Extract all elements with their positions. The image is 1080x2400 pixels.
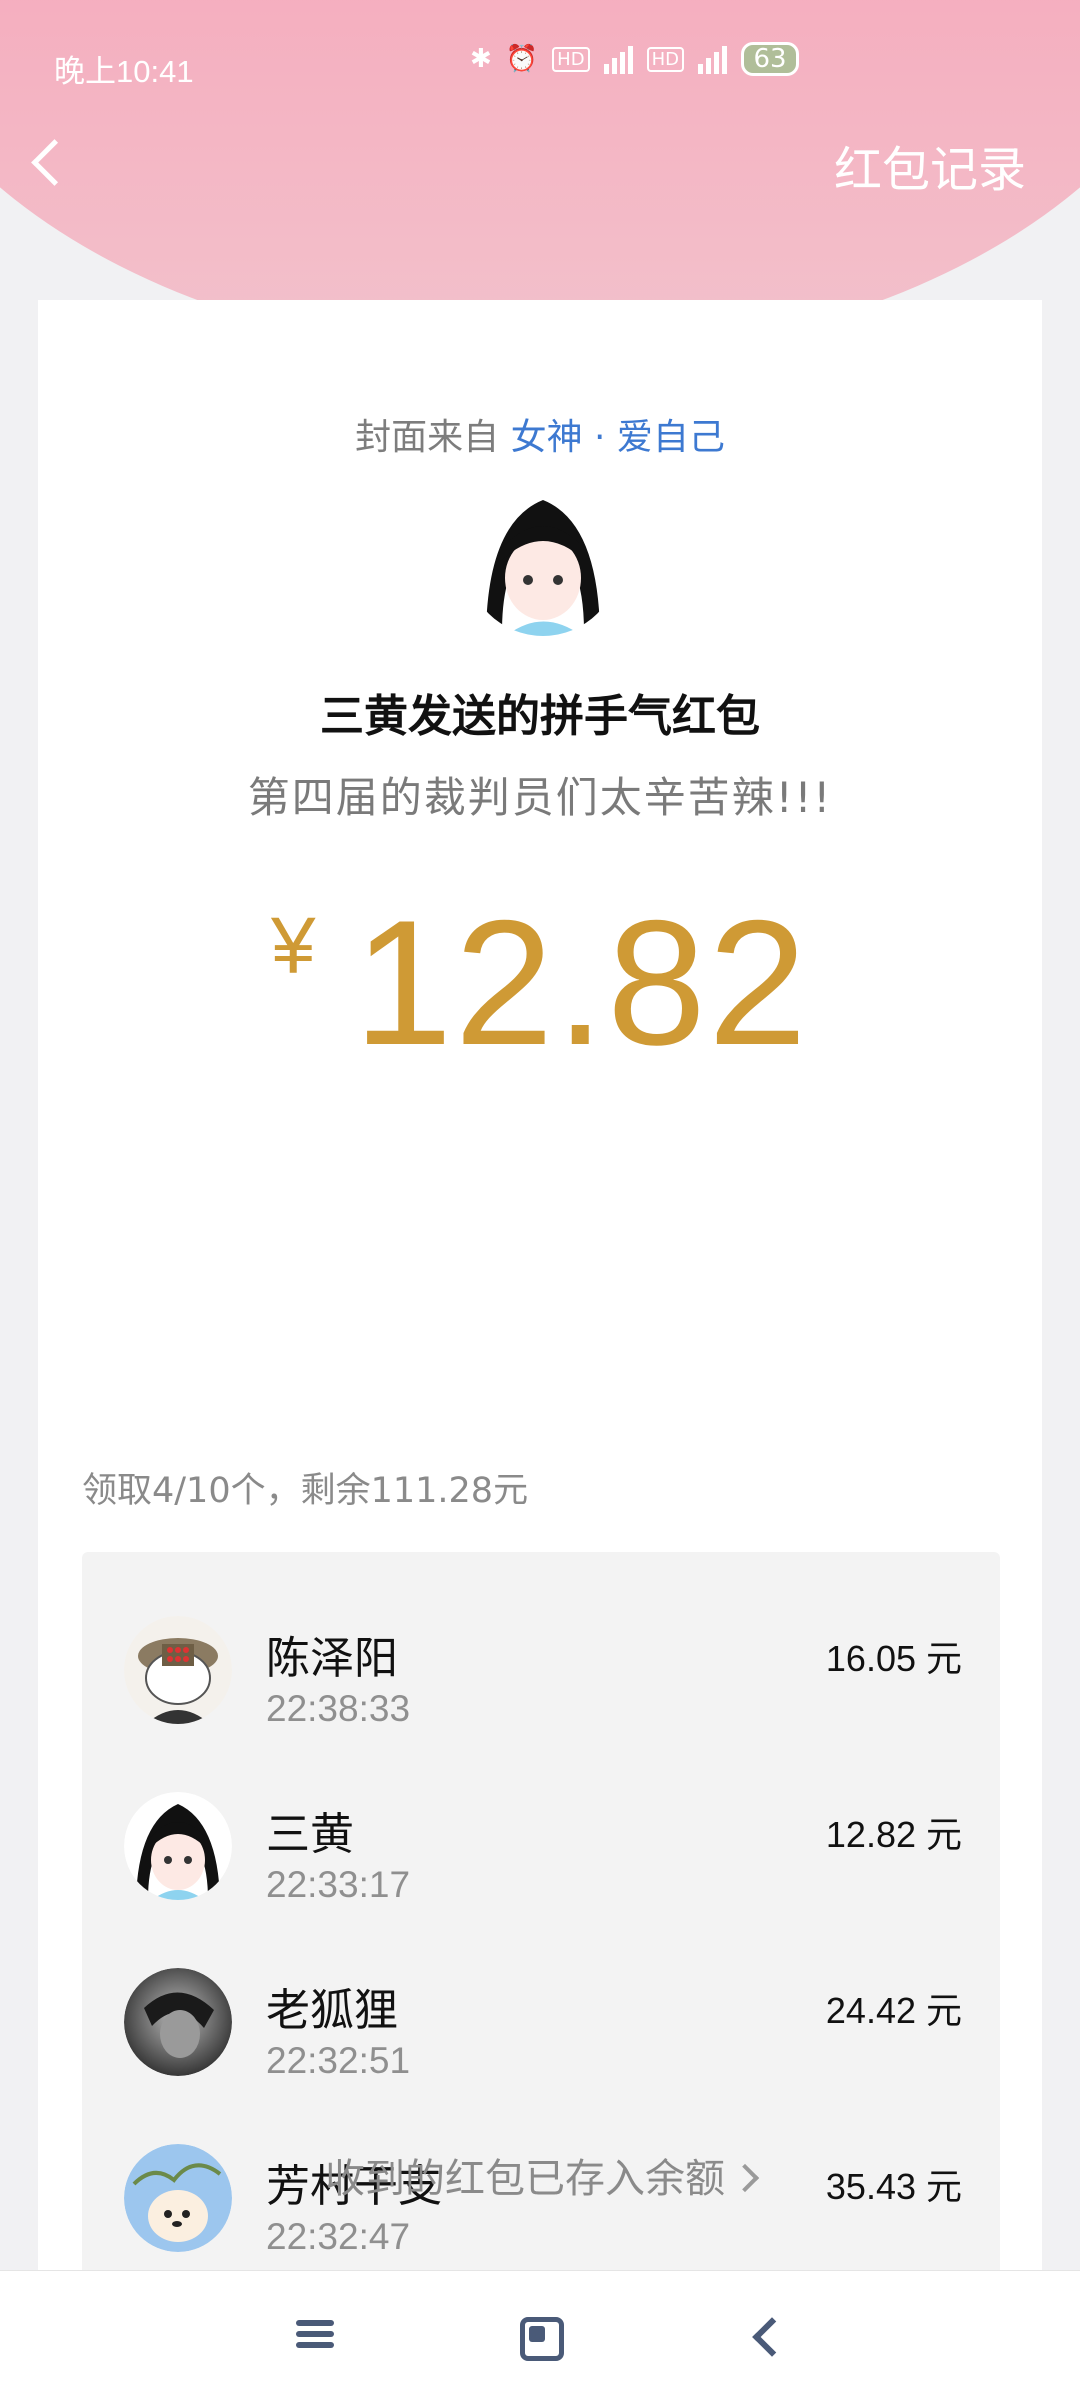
chevron-right-icon (730, 2163, 760, 2193)
saved-to-balance-link[interactable]: 收到的红包已存入余额 (0, 2146, 1080, 2204)
chevron-left-icon[interactable] (14, 122, 74, 202)
received-amount: ¥12.82 (38, 880, 1042, 1085)
amount-value: 12.82 (353, 883, 809, 1082)
list-item[interactable]: 陈泽阳 22:38:33 16.05 元 (82, 1566, 1000, 1742)
list-item[interactable]: 老狐狸 22:32:51 24.42 元 (82, 1918, 1000, 2094)
avatar (124, 1968, 232, 2076)
recipient-amount: 12.82 元 (825, 1814, 962, 1855)
recipient-time: 22:32:51 (266, 2040, 411, 2081)
hd-icon: HD (552, 46, 590, 72)
back-icon[interactable] (734, 2315, 794, 2359)
cover-source: 封面来自 女神 · 爱自己 (38, 408, 1042, 460)
recipient-time: 22:32:47 (266, 2216, 411, 2257)
saved-to-balance-label: 收到的红包已存入余额 (325, 2156, 725, 2202)
sender-avatar[interactable] (466, 482, 620, 636)
avatar (124, 1616, 232, 1724)
recipient-amount: 24.42 元 (825, 1990, 962, 2031)
bluetooth-icon: ✱ (470, 44, 492, 74)
hd-icon: HD (646, 46, 684, 72)
status-time: 晚上10:41 (54, 54, 194, 89)
cover-source-prefix: 封面来自 (355, 417, 500, 458)
avatar (124, 1792, 232, 1900)
packet-title: 三黄发送的拼手气红包 (320, 691, 760, 742)
recipient-name: 三黄 (266, 1809, 354, 1860)
red-packet-detail-card: 封面来自 女神 · 爱自己 三黄发送的拼手气红包 第四届的裁判员们太辛苦辣!!!… (38, 300, 1042, 2296)
list-item[interactable]: 三黄 22:33:17 12.82 元 (82, 1742, 1000, 1918)
menu-icon[interactable] (286, 2315, 346, 2359)
status-icons: ✱ ⏰ HD HD 63 (470, 42, 799, 76)
recipient-time: 22:33:17 (266, 1864, 411, 1905)
system-navigation-bar (0, 2270, 1080, 2400)
signal-4g-icon (603, 44, 633, 74)
recipient-name: 老狐狸 (266, 1985, 398, 2036)
currency-symbol: ¥ (271, 901, 316, 990)
status-bar: 晚上10:41 ✱ ⏰ HD HD 63 (0, 30, 1080, 100)
claim-summary: 领取4/10个，剩余111.28元 (82, 1471, 529, 1511)
recipient-time: 22:38:33 (266, 1688, 411, 1729)
packet-greeting: 第四届的裁判员们太辛苦辣!!! (247, 773, 833, 822)
recipient-amount: 16.05 元 (825, 1638, 962, 1679)
alarm-icon: ⏰ (505, 44, 539, 74)
battery-icon: 63 (740, 42, 799, 76)
home-icon[interactable] (508, 2315, 568, 2361)
red-packet-records-link[interactable]: 红包记录 (834, 130, 1026, 200)
cover-source-name[interactable]: 女神 · 爱自己 (511, 417, 725, 458)
signal-4g-icon (697, 44, 727, 74)
recipient-name: 陈泽阳 (266, 1633, 398, 1684)
